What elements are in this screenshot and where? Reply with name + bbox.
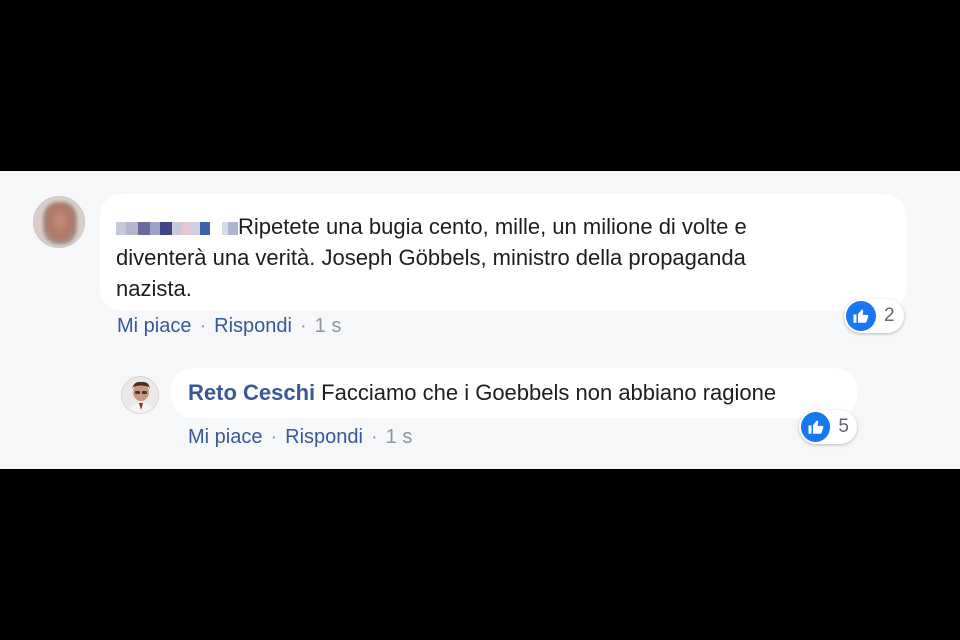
- comment-text: Facciamo che i Goebbels non abbiano ragi…: [321, 380, 777, 405]
- like-link[interactable]: Mi piace: [117, 315, 191, 337]
- comment-text: nazista.: [116, 276, 192, 301]
- pixelated-author-name[interactable]: [116, 214, 238, 239]
- reply-link[interactable]: Rispondi: [285, 426, 363, 448]
- separator: ·: [370, 426, 378, 448]
- author-name[interactable]: Reto Ceschi: [188, 380, 315, 405]
- separator: ·: [299, 315, 307, 337]
- reaction-badge[interactable]: 2: [844, 299, 904, 333]
- reaction-badge[interactable]: 5: [799, 410, 857, 444]
- profile-photo: [122, 377, 158, 413]
- like-link[interactable]: Mi piace: [188, 426, 262, 448]
- comment-thread: Ripetete una bugia cento, mille, un mili…: [0, 171, 960, 469]
- timestamp[interactable]: 1 s: [315, 315, 342, 337]
- comment-actions: Mi piace · Rispondi · 1 s: [117, 315, 341, 338]
- separator: ·: [270, 426, 278, 448]
- comment-actions: Mi piace · Rispondi · 1 s: [188, 426, 412, 449]
- reaction-count: 5: [838, 416, 849, 437]
- reaction-count: 2: [884, 305, 895, 326]
- like-icon: [846, 301, 876, 331]
- separator: ·: [199, 315, 207, 337]
- blurred-face: [43, 202, 77, 244]
- comment-text: Ripetete una bugia cento, mille, un mili…: [238, 214, 747, 239]
- comment-bubble: Ripetete una bugia cento, mille, un mili…: [100, 194, 906, 311]
- reply-link[interactable]: Rispondi: [214, 315, 292, 337]
- avatar[interactable]: [121, 376, 159, 414]
- like-icon: [801, 412, 831, 442]
- reply-bubble: Reto Ceschi Facciamo che i Goebbels non a…: [171, 368, 857, 418]
- avatar[interactable]: [33, 196, 85, 248]
- timestamp[interactable]: 1 s: [386, 426, 413, 448]
- comment-text: diventerà una verità. Joseph Göbbels, mi…: [116, 245, 746, 270]
